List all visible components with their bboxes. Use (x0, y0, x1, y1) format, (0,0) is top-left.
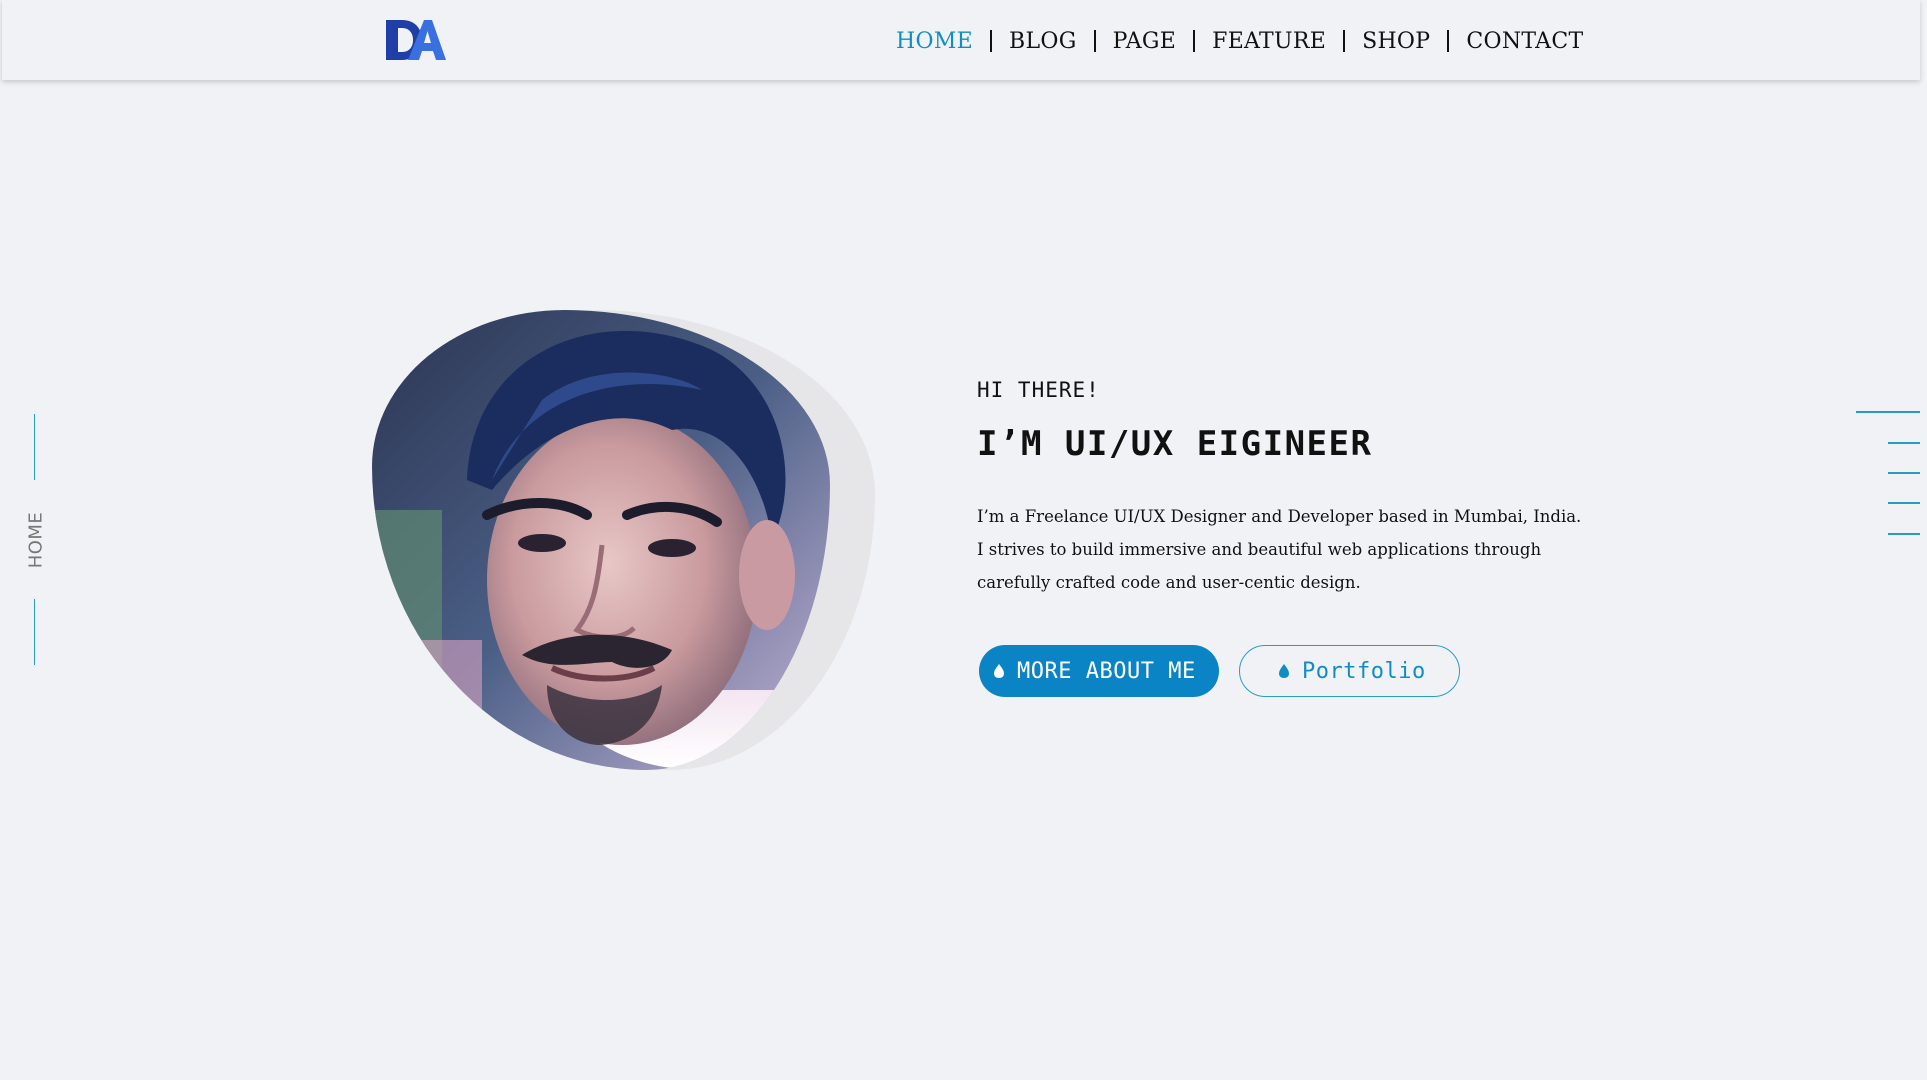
description-line: carefully crafted code and user-centic d… (977, 573, 1361, 592)
nav-feature[interactable]: FEATURE (1212, 29, 1326, 54)
description-line: I’m a Freelance UI/UX Designer and Devel… (977, 507, 1582, 526)
hero-description: I’m a Freelance UI/UX Designer and Devel… (977, 500, 1582, 599)
site-header: HOME BLOG PAGE FEATURE SHOP CONTACT (2, 0, 1920, 80)
section-dot[interactable] (1888, 472, 1920, 474)
section-dot[interactable] (1888, 533, 1920, 535)
description-line: I strives to build immersive and beautif… (977, 540, 1542, 559)
section-indicator: HOME (25, 511, 47, 569)
section-dot-active[interactable] (1856, 411, 1920, 413)
nav-divider (1343, 30, 1346, 52)
more-about-me-button[interactable]: MORE ABOUT ME (979, 645, 1219, 697)
nav-divider (990, 30, 993, 52)
main-nav: HOME BLOG PAGE FEATURE SHOP CONTACT (896, 24, 1583, 58)
portfolio-button[interactable]: Portfolio (1239, 645, 1460, 697)
nav-shop[interactable]: SHOP (1362, 29, 1430, 54)
logo[interactable] (382, 16, 448, 64)
rail-line-bottom (34, 599, 35, 665)
section-dot[interactable] (1888, 442, 1920, 444)
portfolio-label: Portfolio (1302, 658, 1426, 684)
drop-icon (994, 664, 1004, 678)
nav-page[interactable]: PAGE (1113, 29, 1177, 54)
nav-blog[interactable]: BLOG (1009, 29, 1077, 54)
drop-icon (1279, 664, 1289, 678)
nav-divider (1193, 30, 1196, 52)
portrait-photo (372, 310, 830, 770)
rail-line-top (34, 414, 35, 480)
greeting-text: HI THERE! (977, 378, 1100, 402)
nav-divider (1093, 30, 1096, 52)
nav-divider (1447, 30, 1450, 52)
nav-contact[interactable]: CONTACT (1466, 29, 1583, 54)
section-dot[interactable] (1888, 502, 1920, 504)
nav-home[interactable]: HOME (896, 29, 973, 54)
portrait-illustration (372, 310, 830, 770)
more-about-me-label: MORE ABOUT ME (1017, 658, 1196, 684)
hero-headline: I’M UI/UX EIGINEER (977, 424, 1373, 464)
